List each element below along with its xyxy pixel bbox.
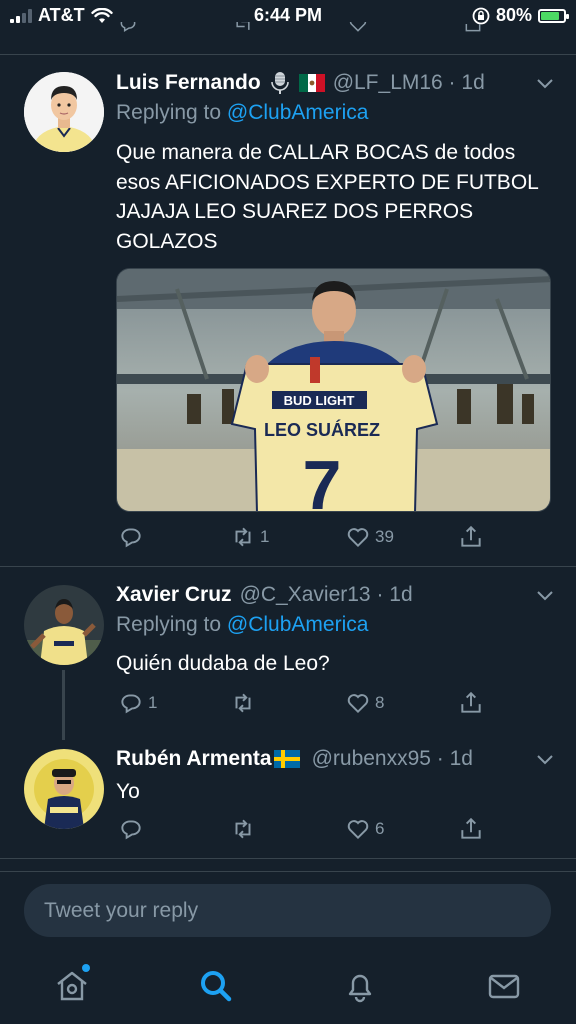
like-count: 6 xyxy=(375,819,385,838)
tweet-header: Xavier Cruz @C_Xavier13 · 1d xyxy=(116,583,556,607)
avatar[interactable] xyxy=(24,72,104,152)
bottom-nav xyxy=(0,958,576,1024)
handle: @LF_LM16 · 1d xyxy=(332,71,485,94)
like-icon xyxy=(347,694,369,714)
share-icon xyxy=(461,691,481,713)
messages-icon[interactable] xyxy=(486,968,522,1004)
retweet-icon xyxy=(235,819,251,839)
display-name[interactable]: Luis Fernando xyxy=(116,71,261,95)
home-icon[interactable] xyxy=(54,968,90,1004)
mexico-flag xyxy=(298,74,325,92)
jersey-name: LEO SUÁREZ xyxy=(264,419,380,440)
chevron-down-icon[interactable] xyxy=(536,78,554,90)
tweet-header: Luis Fernando @LF_LM16 · 1d xyxy=(116,70,556,96)
reply-button[interactable] xyxy=(118,524,148,550)
retweet-button[interactable]: 1 xyxy=(230,524,269,550)
like-count: 39 xyxy=(375,527,394,546)
reply-input[interactable] xyxy=(24,884,551,937)
tweet-header: Rubén Armenta @rubenxx95 · 1d xyxy=(116,747,556,771)
like-button[interactable]: 6 xyxy=(345,816,384,842)
tweet[interactable]: Luis Fernando @LF_LM16 · 1d Replying to … xyxy=(0,0,576,566)
search-icon[interactable] xyxy=(198,968,234,1004)
retweet-button[interactable] xyxy=(230,690,260,716)
mention-link[interactable]: @ClubAmerica xyxy=(227,613,369,636)
share-button[interactable] xyxy=(458,524,484,550)
display-name[interactable]: Rubén Armenta xyxy=(116,747,272,771)
retweet-count: 1 xyxy=(260,527,270,546)
like-icon xyxy=(347,528,369,548)
share-icon xyxy=(461,817,481,839)
tweet-actions: 6 xyxy=(116,816,481,844)
share-icon xyxy=(461,525,481,547)
thread-line xyxy=(62,670,65,740)
divider xyxy=(0,858,576,859)
like-button[interactable]: 39 xyxy=(345,524,394,550)
tweet-text: Yo xyxy=(116,780,140,803)
like-count: 8 xyxy=(375,693,385,712)
display-name[interactable]: Xavier Cruz xyxy=(116,583,232,607)
handle: @rubenxx95 · 1d xyxy=(311,747,473,770)
share-button[interactable] xyxy=(458,816,484,842)
tweet-actions: 1 39 xyxy=(116,524,481,552)
jersey-sponsor: BUD LIGHT xyxy=(284,393,355,408)
reply-composer[interactable] xyxy=(24,884,551,937)
chevron-down-icon[interactable] xyxy=(536,754,554,766)
mention-link[interactable]: @ClubAmerica xyxy=(227,101,369,124)
jersey-photo: BUD LIGHT LEO SUÁREZ 7 xyxy=(117,269,550,512)
tweet[interactable]: Xavier Cruz @C_Xavier13 · 1d Replying to… xyxy=(0,566,576,740)
tweet-actions: 1 8 xyxy=(116,690,481,718)
retweet-icon xyxy=(235,527,251,547)
reply-button[interactable] xyxy=(118,816,148,842)
replying-to: Replying to @ClubAmerica xyxy=(116,101,368,125)
tweet[interactable]: Rubén Armenta @rubenxx95 · 1d Yo 6 xyxy=(0,738,576,856)
notification-dot xyxy=(82,964,90,972)
chevron-down-icon[interactable] xyxy=(536,590,554,602)
avatar[interactable] xyxy=(24,585,104,665)
share-button[interactable] xyxy=(458,690,484,716)
like-icon xyxy=(347,820,369,840)
microphone-icon xyxy=(270,72,289,94)
tweet-media[interactable]: BUD LIGHT LEO SUÁREZ 7 xyxy=(116,268,551,512)
replying-to: Replying to @ClubAmerica xyxy=(116,613,368,637)
replying-prefix: Replying to xyxy=(116,613,227,636)
notifications-icon[interactable] xyxy=(342,968,378,1004)
reply-icon xyxy=(121,694,141,714)
avatar[interactable] xyxy=(24,749,104,829)
reply-count: 1 xyxy=(148,693,158,712)
reply-button[interactable]: 1 xyxy=(118,690,157,716)
jersey-number: 7 xyxy=(303,446,342,512)
tweet-text: Quién dudaba de Leo? xyxy=(116,652,330,675)
handle: @C_Xavier13 · 1d xyxy=(239,583,413,606)
reply-icon xyxy=(121,820,141,840)
like-button[interactable]: 8 xyxy=(345,690,384,716)
replying-prefix: Replying to xyxy=(116,101,227,124)
retweet-button[interactable] xyxy=(230,816,260,842)
divider xyxy=(0,871,576,872)
sweden-flag xyxy=(273,750,300,768)
reply-icon xyxy=(121,528,141,548)
retweet-icon xyxy=(235,693,251,713)
tweet-text: Que manera de CALLAR BOCAS de todos esos… xyxy=(116,141,539,253)
